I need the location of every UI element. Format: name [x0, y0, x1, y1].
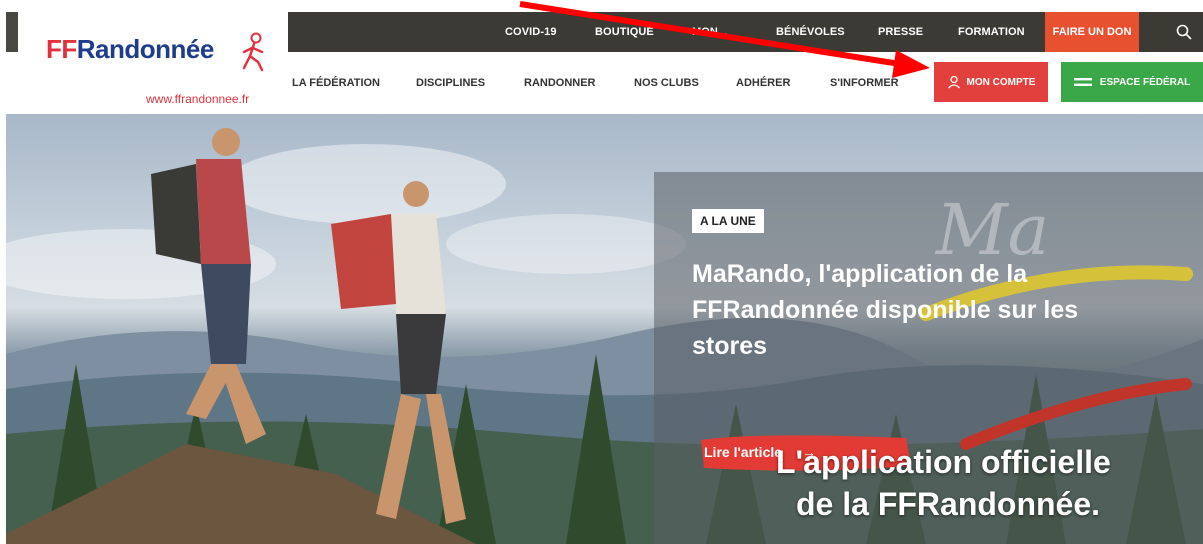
donate-button[interactable]: FAIRE UN DON: [1045, 12, 1139, 52]
logo[interactable]: FFRandonnée www.ffrandonnee.fr: [18, 12, 288, 112]
link-covid[interactable]: COVID-19: [505, 12, 557, 52]
logo-randonnee: Randonnée: [76, 34, 215, 64]
logo-wordmark: FFRandonnée: [46, 34, 214, 65]
user-icon: [947, 75, 960, 89]
federal-space-label: ESPACE FÉDÉRAL: [1099, 76, 1191, 88]
logo-url: www.ffrandonnee.fr: [146, 92, 250, 106]
my-account-label: MON COMPTE: [966, 76, 1036, 88]
nav-disciplines[interactable]: DISCIPLINES: [416, 52, 485, 114]
link-formation[interactable]: FORMATION: [958, 12, 1025, 52]
article-headline[interactable]: MaRando, l'application de la FFRandonnée…: [692, 256, 1122, 364]
app-caption-line1: L'application officielle: [776, 444, 1111, 480]
a-la-une-badge: A LA UNE: [692, 209, 764, 233]
app-caption-line2: de la FFRandonnée.: [796, 486, 1101, 522]
my-account-button[interactable]: MON COMPTE: [934, 62, 1048, 102]
page-frame: COVID-19 BOUTIQUE MON... BÉNÉVOLES PRESS…: [6, 0, 1203, 544]
read-article-label: Lire l'article: [704, 444, 783, 460]
hiker-logo-icon: [242, 32, 264, 72]
nav-nos-clubs[interactable]: NOS CLUBS: [634, 52, 699, 114]
federal-space-button[interactable]: ESPACE FÉDÉRAL: [1061, 62, 1203, 102]
link-presse[interactable]: PRESSE: [878, 12, 923, 52]
hero-banner: Ma A LA UNE MaRando, l'application de la…: [6, 114, 1203, 544]
nav-randonner[interactable]: RANDONNER: [524, 52, 596, 114]
nav-adherer[interactable]: ADHÉRER: [736, 52, 790, 114]
logo-ff: FF: [46, 34, 77, 64]
link-benevoles[interactable]: BÉNÉVOLES: [776, 12, 845, 52]
nav-federation[interactable]: LA FÉDÉRATION: [292, 52, 380, 114]
link-mon[interactable]: MON...: [692, 12, 727, 52]
menu-icon: [1073, 78, 1092, 86]
link-boutique[interactable]: BOUTIQUE: [595, 12, 654, 52]
search-icon[interactable]: [1176, 24, 1192, 40]
nav-sinformer[interactable]: S'INFORMER: [830, 52, 899, 114]
